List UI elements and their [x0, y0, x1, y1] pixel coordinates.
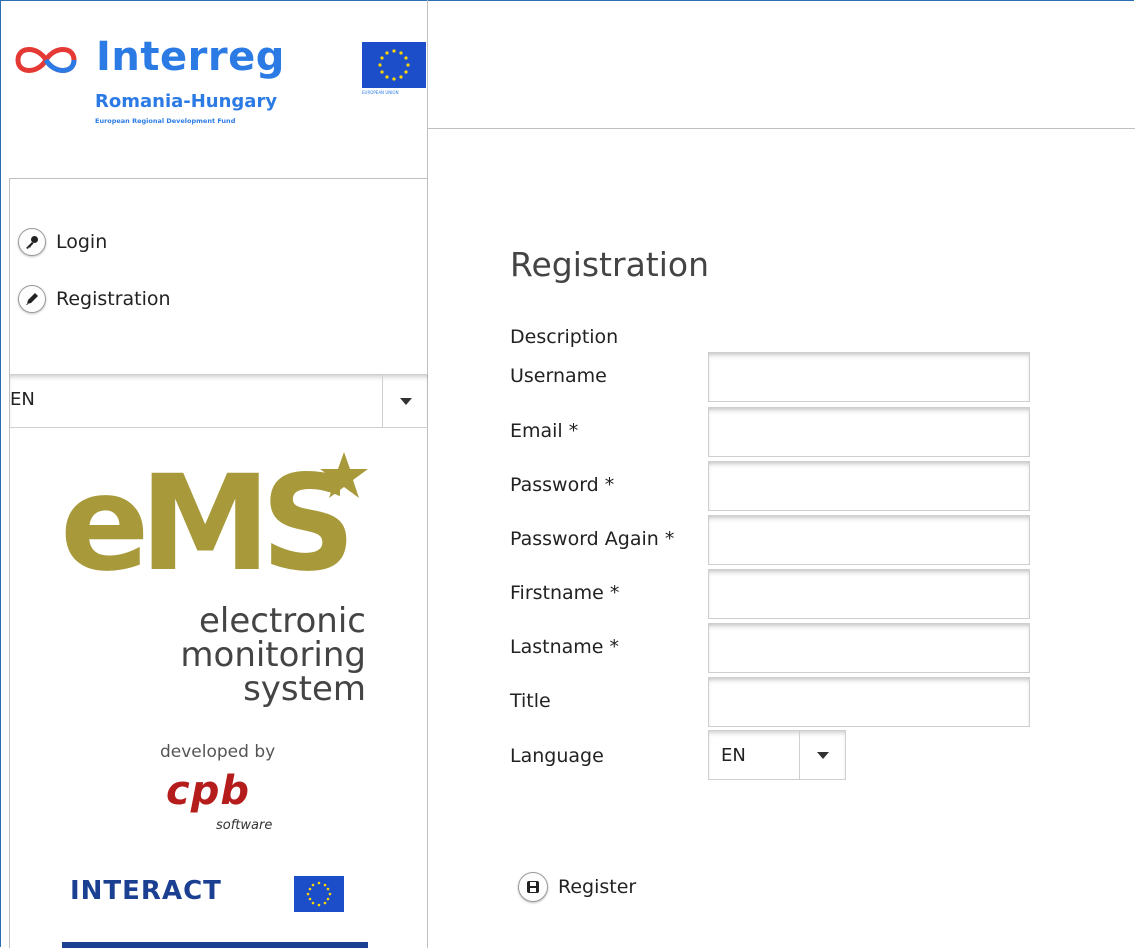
sidebar-item-label: Registration — [56, 288, 171, 310]
ems-line-system: system — [243, 669, 366, 709]
register-button[interactable]: Register — [518, 872, 636, 902]
sidebar-language-select[interactable]: EN — [10, 374, 428, 428]
email-field[interactable] — [708, 407, 1030, 457]
eu-flag-icon — [362, 42, 426, 88]
ems-logo-subtitle: electronic monitoring system — [96, 604, 366, 706]
username-label: Username — [510, 365, 607, 387]
interact-bar — [62, 942, 368, 948]
sidebar-language-value: EN — [10, 389, 35, 410]
cpb-software-text: software — [216, 818, 273, 833]
chevron-down-icon — [400, 397, 412, 405]
chevron-down-icon — [817, 751, 829, 759]
interreg-title: Interreg — [96, 34, 285, 80]
language-select[interactable]: EN — [708, 730, 846, 780]
interact-logo: INTERACT — [70, 876, 222, 906]
dropdown-toggle[interactable] — [799, 731, 846, 779]
interreg-region: Romania-Hungary — [95, 91, 278, 112]
cpb-logo: cpb — [166, 768, 250, 814]
page-title: Registration — [510, 245, 709, 284]
sidebar-left-border — [9, 178, 10, 948]
title-field[interactable] — [708, 677, 1030, 727]
password-label: Password * — [510, 474, 615, 496]
star-icon — [320, 452, 368, 498]
main-panel-border — [428, 128, 1135, 129]
developed-by-text: developed by — [160, 742, 276, 762]
language-label: Language — [510, 745, 604, 767]
interreg-infinity-icon — [15, 47, 77, 73]
firstname-label: Firstname * — [510, 582, 620, 604]
interreg-fund: European Regional Development Fund — [95, 117, 236, 125]
save-icon — [518, 872, 548, 902]
language-select-value: EN — [721, 745, 746, 766]
firstname-field[interactable] — [708, 569, 1030, 619]
email-label: Email * — [510, 420, 579, 442]
interreg-logo: Interreg Romania-Hungary European Region… — [8, 34, 428, 148]
sidebar-divider — [10, 178, 428, 179]
dropdown-toggle[interactable] — [382, 375, 429, 427]
pencil-icon — [18, 285, 46, 313]
sidebar-item-label: Login — [56, 231, 108, 253]
description-label: Description — [510, 326, 619, 348]
sidebar-item-login[interactable]: Login — [18, 228, 107, 256]
title-label: Title — [510, 690, 551, 712]
key-icon — [18, 228, 46, 256]
ems-line-monitoring: monitoring — [180, 635, 366, 675]
ems-line-electronic: electronic — [198, 601, 366, 641]
password-again-label: Password Again * — [510, 528, 675, 550]
lastname-field[interactable] — [708, 623, 1030, 673]
password-field[interactable] — [708, 461, 1030, 511]
register-label: Register — [558, 876, 637, 898]
username-field[interactable] — [708, 352, 1030, 402]
eu-flag-icon — [294, 876, 344, 912]
password-again-field[interactable] — [708, 515, 1030, 565]
eu-caption: EUROPEAN UNION — [362, 90, 399, 95]
sidebar-item-registration[interactable]: Registration — [18, 285, 171, 313]
lastname-label: Lastname * — [510, 636, 619, 658]
ems-logo-letters: eMS — [60, 447, 356, 601]
